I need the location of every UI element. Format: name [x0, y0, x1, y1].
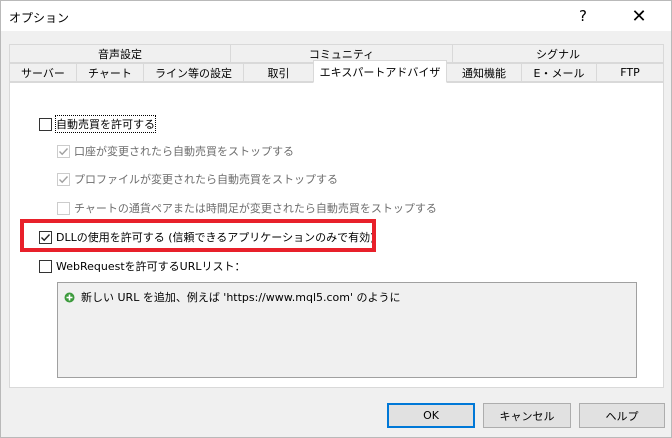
- ok-button[interactable]: OK: [387, 403, 475, 428]
- allow-dll-checkbox[interactable]: [39, 230, 52, 244]
- plus-icon: [64, 292, 75, 302]
- tab-trade[interactable]: 取引: [243, 63, 314, 82]
- add-url-hint: 新しい URL を追加、例えば 'https://www.mql5.com' の…: [81, 291, 401, 304]
- allow-dll-option[interactable]: DLLの使用を許可する (信頼できるアプリケーションのみで有効): [39, 229, 374, 245]
- stop-on-chart-change-checkbox[interactable]: [57, 201, 70, 215]
- tab-server[interactable]: サーバー: [9, 63, 77, 82]
- allow-dll-label: DLLの使用を許可する (信頼できるアプリケーションのみで有効): [56, 231, 375, 244]
- tab-sound[interactable]: 音声設定: [9, 44, 231, 63]
- allow-auto-trading-checkbox[interactable]: [39, 117, 52, 131]
- tab-expert-advisors[interactable]: エキスパートアドバイザ: [313, 60, 447, 83]
- url-list[interactable]: 新しい URL を追加、例えば 'https://www.mql5.com' の…: [57, 282, 637, 378]
- allow-webrequest-checkbox[interactable]: [39, 259, 52, 273]
- checkmark-icon: [59, 175, 69, 183]
- allow-webrequest-option[interactable]: WebRequestを許可するURLリスト：: [39, 258, 246, 274]
- tab-notifications[interactable]: 通知機能: [446, 63, 522, 82]
- tab-signals[interactable]: シグナル: [452, 44, 664, 63]
- window-title: オプション: [9, 11, 70, 25]
- tab-chart[interactable]: チャート: [76, 63, 144, 82]
- stop-on-account-change-option[interactable]: 口座が変更されたら自動売買をストップする: [57, 143, 294, 159]
- allow-auto-trading-option[interactable]: 自動売買を許可する: [39, 115, 156, 133]
- help-title-button[interactable]: ?: [561, 1, 605, 31]
- close-button[interactable]: ✕: [617, 1, 661, 31]
- stop-on-account-change-checkbox[interactable]: [57, 144, 70, 158]
- tab-email[interactable]: E・メール: [521, 63, 597, 82]
- stop-on-profile-change-label: プロファイルが変更されたら自動売買をストップする: [74, 173, 338, 186]
- add-url-row[interactable]: 新しい URL を追加、例えば 'https://www.mql5.com' の…: [64, 289, 401, 305]
- stop-on-profile-change-option[interactable]: プロファイルが変更されたら自動売買をストップする: [57, 171, 338, 187]
- title-bar[interactable]: オプション ? ✕: [1, 1, 671, 31]
- allow-webrequest-label: WebRequestを許可するURLリスト：: [56, 260, 246, 273]
- help-button[interactable]: ヘルプ: [579, 403, 665, 428]
- allow-auto-trading-label: 自動売買を許可する: [55, 115, 156, 133]
- cancel-button[interactable]: キャンセル: [483, 403, 571, 428]
- stop-on-profile-change-checkbox[interactable]: [57, 172, 70, 186]
- tab-ftp[interactable]: FTP: [596, 63, 664, 82]
- stop-on-account-change-label: 口座が変更されたら自動売買をストップする: [74, 145, 294, 158]
- options-dialog: オプション ? ✕ 音声設定 コミュニティ シグナル サーバー チャート ライン…: [0, 0, 672, 438]
- stop-on-chart-change-label: チャートの通貨ペアまたは時間足が変更されたら自動売買をストップする: [74, 202, 437, 215]
- tab-objects[interactable]: ライン等の設定: [143, 63, 244, 82]
- stop-on-chart-change-option[interactable]: チャートの通貨ペアまたは時間足が変更されたら自動売買をストップする: [57, 200, 437, 216]
- checkmark-icon: [59, 147, 69, 155]
- checkmark-icon: [41, 233, 51, 241]
